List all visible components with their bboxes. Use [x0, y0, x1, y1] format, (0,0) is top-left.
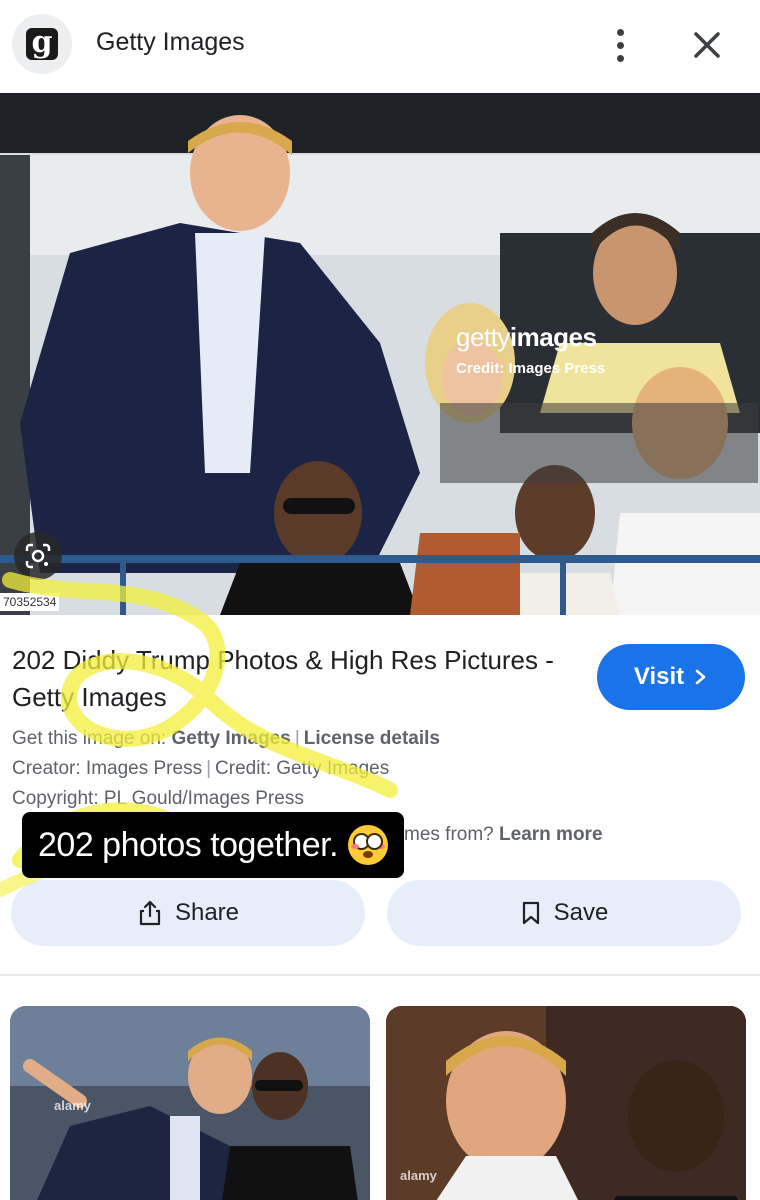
save-label: Save	[553, 899, 609, 926]
chevron-right-icon	[695, 669, 706, 685]
thumbnail-watermark: alamy	[400, 1168, 437, 1183]
creator-line: Creator: Images Press | Credit: Getty Imag…	[12, 758, 390, 779]
image-id-label: 70352534	[0, 593, 60, 611]
get-image-line: Get this image on: Getty Images | License …	[12, 728, 440, 749]
site-name: Getty Images	[96, 28, 245, 56]
divider	[0, 974, 760, 976]
visit-label: Visit	[633, 663, 685, 690]
related-thumbnail[interactable]: alamy	[386, 1006, 746, 1200]
watermark-credit: Credit: Images Press	[456, 360, 606, 377]
lens-button[interactable]	[14, 532, 62, 580]
share-label: Share	[174, 899, 240, 926]
share-icon	[139, 900, 161, 926]
thumbnail-watermark: alamy	[54, 1098, 91, 1113]
bookmark-icon	[522, 901, 539, 925]
visit-button[interactable]: Visit	[597, 644, 745, 710]
copyright-line: Copyright: PL Gould/Images Press	[12, 788, 304, 809]
save-button[interactable]: Save	[387, 880, 741, 946]
sticker-text: 202 photos together.	[38, 825, 339, 864]
source-link[interactable]: Getty Images	[171, 728, 290, 749]
main-image[interactable]	[0, 93, 760, 615]
lens-icon	[25, 543, 51, 569]
photo-scene	[0, 93, 760, 615]
thumbnail-photo	[386, 1006, 746, 1200]
header: g Getty Images	[0, 0, 760, 92]
watermark-brand: gettyimages	[456, 322, 597, 352]
watermark-box	[440, 403, 758, 483]
result-title[interactable]: 202 Diddy Trump Photos & High Res Pictur…	[12, 642, 572, 716]
learn-more-line: mes from? Learn more	[404, 824, 603, 845]
flushed-face-emoji-icon	[348, 825, 389, 865]
getty-logo-letter: g	[26, 28, 58, 60]
license-details-link[interactable]: License details	[304, 728, 440, 749]
site-logo[interactable]: g	[12, 14, 72, 74]
share-button[interactable]: Share	[11, 880, 365, 946]
more-vert-icon[interactable]	[604, 24, 636, 66]
learn-more-link[interactable]: Learn more	[499, 824, 602, 845]
close-icon[interactable]	[686, 24, 728, 66]
story-text-sticker: 202 photos together.	[22, 812, 404, 878]
related-thumbnail[interactable]: alamy	[10, 1006, 370, 1200]
